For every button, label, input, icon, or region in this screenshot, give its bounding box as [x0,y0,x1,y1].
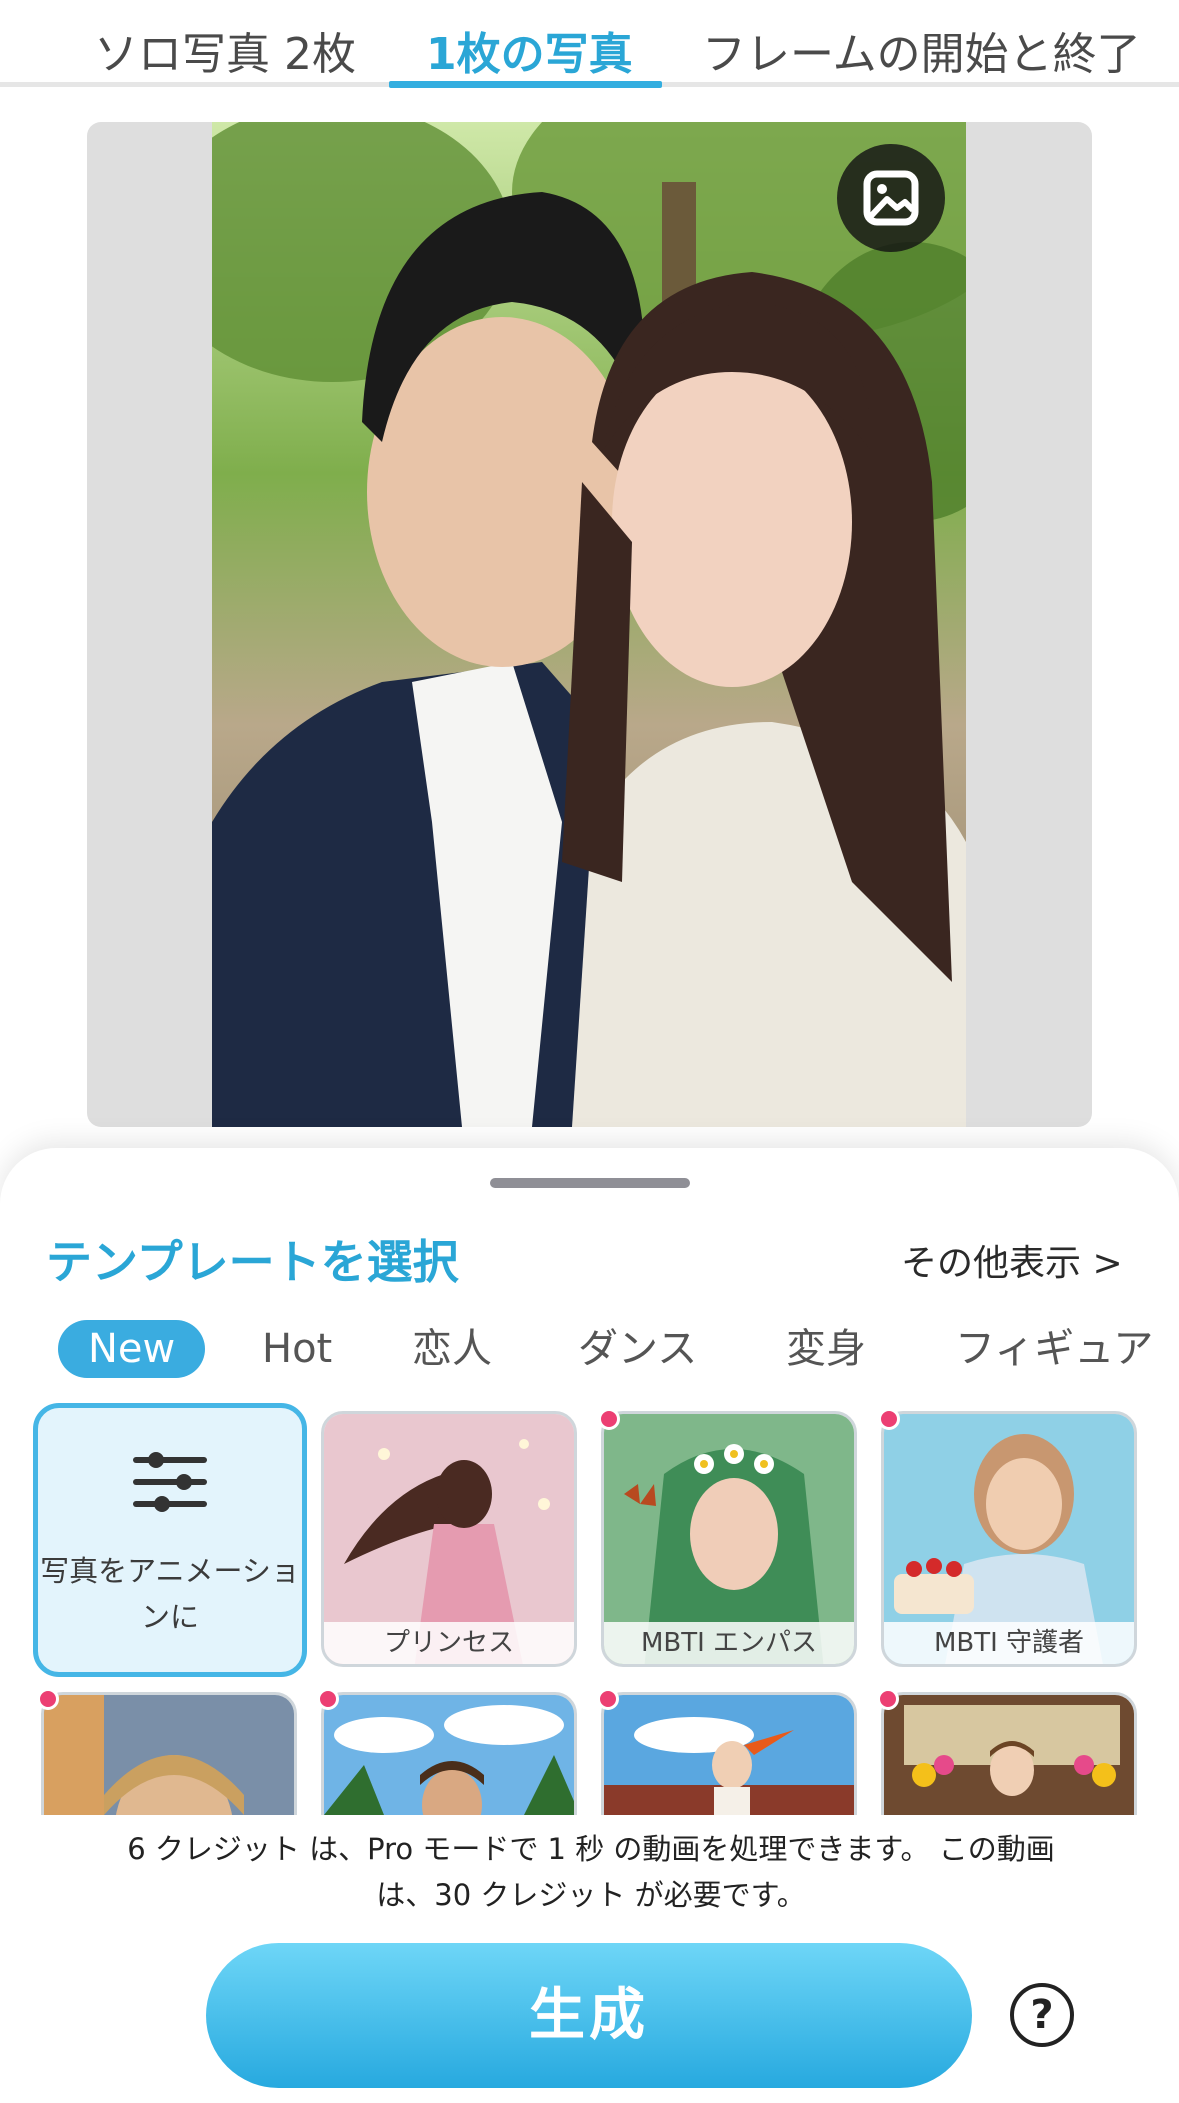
template-label: MBTI 守護者 [884,1622,1134,1664]
tab-one-photo[interactable]: 1枚の写真 [426,18,633,82]
sliders-icon [132,1452,208,1512]
template-label: プリンセス [324,1622,574,1664]
help-circle-icon[interactable]: ? [1010,1983,1074,2047]
active-tab-indicator [389,81,662,88]
new-badge-dot [878,1408,900,1430]
template-mbti-empath[interactable]: MBTI エンパス [601,1411,857,1667]
category-transform[interactable]: 変身 [786,1320,866,1378]
sheet-title: テンプレートを選択 [46,1235,459,1289]
category-dance[interactable]: ダンス [578,1320,697,1378]
uploaded-photo [212,122,966,1127]
category-lovers[interactable]: 恋人 [412,1320,492,1378]
new-badge-dot [37,1688,59,1710]
credit-info-line-2: は、30 クレジット が必要です。 [376,1878,806,1912]
category-hot[interactable]: Hot [262,1320,332,1378]
credit-info: 6 クレジット は、Pro モードで 1 秒 の動画を処理できます。 この動画 … [96,1826,1086,1918]
new-badge-dot [877,1688,899,1710]
generate-button[interactable]: 生成 [206,1943,972,2088]
image-gallery-icon[interactable] [837,144,945,252]
new-badge-dot [597,1688,619,1710]
new-badge-dot [598,1408,620,1430]
sheet-drag-handle[interactable] [490,1178,690,1188]
category-figure[interactable]: フィギュア [955,1320,1153,1378]
mode-tabs: ソロ写真 2枚 1枚の写真 フレームの開始と終了 [0,0,1179,88]
template-princess[interactable]: プリンセス [321,1411,577,1667]
photo-preview[interactable] [87,122,1092,1127]
category-new[interactable]: New [58,1320,206,1378]
tab-start-end-frames[interactable]: フレームの開始と終了 [702,18,1141,82]
tab-two-solo-photos[interactable]: ソロ写真 2枚 [94,18,356,82]
template-label: MBTI エンパス [604,1622,854,1664]
animate-photo-label: 写真をアニメーションに [40,1554,300,1634]
see-more-link[interactable]: その他表示 > [901,1234,1123,1286]
new-badge-dot [317,1688,339,1710]
template-mbti-guardian[interactable]: MBTI 守護者 [881,1411,1137,1667]
credit-info-line-1: 6 クレジット は、Pro モードで 1 秒 の動画を処理できます。 この動画 [127,1832,1055,1866]
